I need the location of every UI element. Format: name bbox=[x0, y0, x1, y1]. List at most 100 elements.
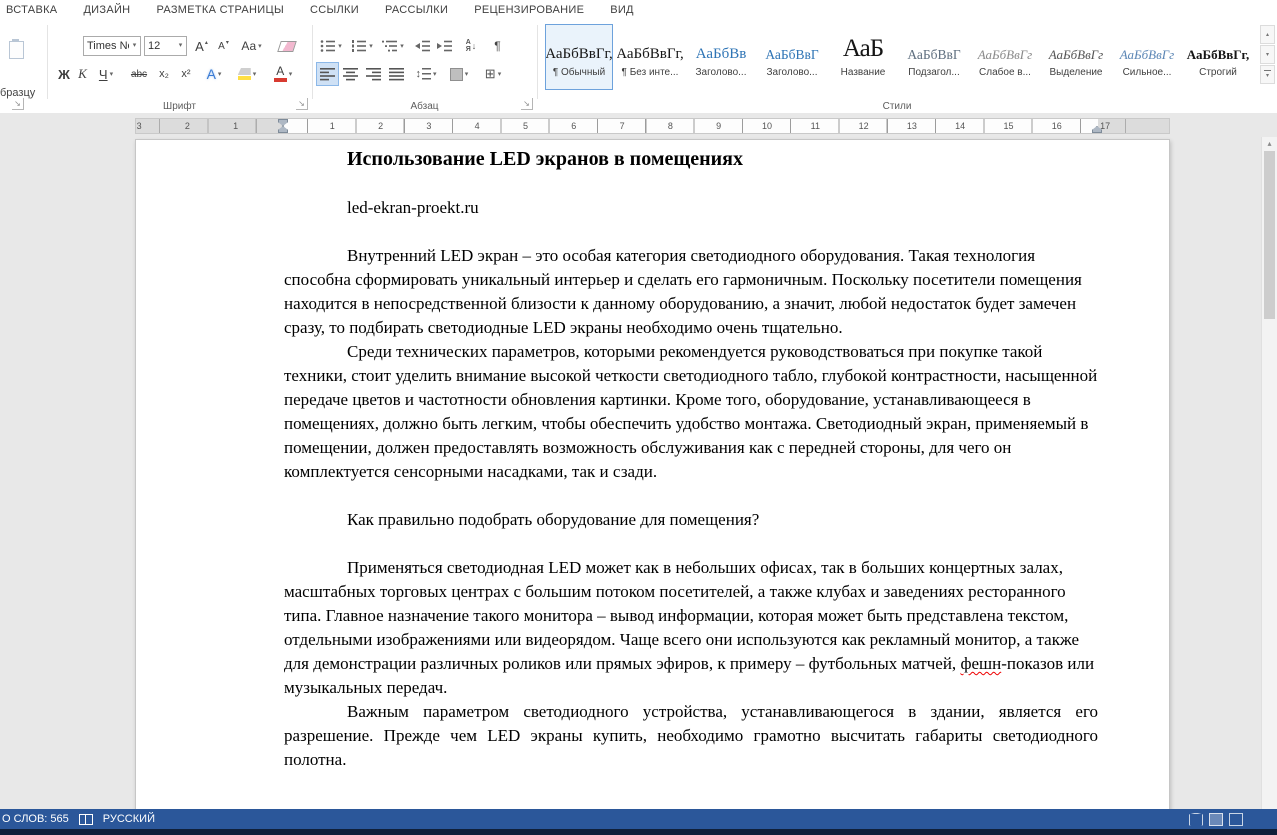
scrollbar-thumb[interactable] bbox=[1264, 151, 1275, 319]
multilevel-list-button[interactable]: ▾ bbox=[379, 36, 407, 56]
print-layout-button[interactable] bbox=[1209, 812, 1223, 826]
web-layout-button[interactable] bbox=[1229, 812, 1243, 826]
language-indicator[interactable]: РУССКИЙ bbox=[95, 813, 163, 825]
numbering-icon bbox=[352, 40, 367, 52]
shading-icon bbox=[449, 67, 463, 81]
paragraph[interactable]: Важным параметром светодиодного устройст… bbox=[284, 700, 1098, 772]
style-item[interactable]: АаБбВвГг Сильное... bbox=[1113, 24, 1181, 90]
line-spacing-button[interactable]: ↕ ▾ bbox=[412, 63, 440, 85]
ruler[interactable]: 3 2 1 1 2 3 4 5 6 7 8 9 10 11 12 13 14 15 16 17 bbox=[135, 118, 1170, 134]
style-item[interactable]: АаБбВвГг, Строгий bbox=[1184, 24, 1252, 90]
ribbon-tab[interactable]: ВИД bbox=[597, 0, 647, 21]
chevron-down-icon[interactable]: ▾ bbox=[253, 70, 257, 78]
style-item[interactable]: АаБбВв Заголово... bbox=[687, 24, 755, 90]
styles-group: АаБбВвГг, ¶ Обычный АаБбВвГг, ¶ Без инте...… bbox=[537, 21, 1277, 113]
font-size-value: 12 bbox=[148, 40, 161, 52]
paragraph[interactable]: Как правильно подобрать оборудование для… bbox=[284, 508, 1098, 532]
proofing-error-icon[interactable] bbox=[77, 811, 95, 827]
style-item[interactable]: АаБбВвГг, ¶ Без инте... bbox=[616, 24, 684, 90]
document-area[interactable]: Использование LED экранов в помещениях le… bbox=[0, 137, 1277, 809]
style-item[interactable]: АаБбВвГг Выделение bbox=[1042, 24, 1110, 90]
style-name: Подзагол... bbox=[908, 67, 960, 78]
ribbon-tab[interactable]: ВСТАВКА bbox=[2, 0, 70, 21]
gallery-scroll-down-button[interactable]: ▾ bbox=[1260, 45, 1275, 64]
style-item[interactable]: АаБбВвГг Слабое в... bbox=[971, 24, 1039, 90]
gallery-more-button[interactable]: ▾ bbox=[1260, 65, 1275, 84]
paragraph[interactable]: Применяться светодиодная LED может как в… bbox=[284, 556, 1098, 700]
align-center-button[interactable] bbox=[340, 63, 361, 85]
style-name: Заголово... bbox=[695, 67, 747, 78]
sort-button[interactable]: АЯ ↓ bbox=[458, 36, 484, 56]
clear-formatting-button[interactable] bbox=[273, 36, 300, 56]
font-name-combo[interactable]: Times New R ▾ bbox=[83, 36, 141, 56]
misspelled-word: фешн bbox=[960, 654, 1002, 673]
page-content[interactable]: Использование LED экранов в помещениях le… bbox=[284, 146, 1098, 772]
word-count[interactable]: О СЛОВ: 565 bbox=[0, 813, 77, 825]
document-title[interactable]: Использование LED экранов в помещениях bbox=[284, 146, 1098, 172]
chevron-down-icon[interactable]: ▾ bbox=[218, 70, 222, 78]
paragraph[interactable]: Внутренний LED экран – это особая катего… bbox=[284, 244, 1098, 340]
read-mode-button[interactable] bbox=[1189, 812, 1203, 826]
scroll-up-arrow-icon[interactable]: ▴ bbox=[1262, 139, 1277, 148]
style-item[interactable]: АаБбВвГ Подзагол... bbox=[900, 24, 968, 90]
ruler-number: 1 bbox=[233, 121, 239, 131]
numbering-button[interactable]: ▾ bbox=[348, 36, 376, 56]
justify-button[interactable] bbox=[386, 63, 407, 85]
italic-button[interactable]: К bbox=[75, 63, 90, 85]
chevron-down-icon[interactable]: ▾ bbox=[400, 42, 404, 50]
bold-button[interactable]: Ж bbox=[55, 63, 73, 85]
styles-gallery-scroll: ▴ ▾ ▾ bbox=[1260, 25, 1275, 85]
show-formatting-marks-button[interactable]: ¶ bbox=[488, 36, 507, 56]
styles-group-label: Стили bbox=[882, 101, 912, 112]
paragraph[interactable]: led-ekran-proekt.ru bbox=[284, 196, 1098, 220]
subscript-button[interactable]: x₂ bbox=[154, 63, 174, 85]
word-window: ВСТАВКА ДИЗАЙН РАЗМЕТКА СТРАНИЦЫ ССЫЛКИ РАСС… bbox=[0, 0, 1277, 835]
bullets-button[interactable]: ▾ bbox=[317, 36, 345, 56]
chevron-down-icon[interactable]: ▾ bbox=[498, 70, 502, 78]
chevron-down-icon[interactable]: ▾ bbox=[289, 70, 293, 78]
align-left-button[interactable] bbox=[316, 62, 339, 86]
ribbon-tab[interactable]: РЕЦЕНЗИРОВАНИЕ bbox=[461, 0, 597, 21]
text-highlight-button[interactable]: ▾ bbox=[232, 63, 262, 85]
font-size-combo[interactable]: 12 ▾ bbox=[144, 36, 187, 56]
gallery-scroll-up-button[interactable]: ▴ bbox=[1260, 25, 1275, 44]
style-item[interactable]: АаБ Название bbox=[829, 24, 897, 90]
text-effects-button[interactable]: А ▾ bbox=[200, 63, 228, 85]
superscript-button[interactable]: x² bbox=[176, 63, 196, 85]
ribbon-tab-bar: ВСТАВКА ДИЗАЙН РАЗМЕТКА СТРАНИЦЫ ССЫЛКИ РАСС… bbox=[0, 0, 1277, 22]
chevron-down-icon[interactable]: ▾ bbox=[129, 37, 140, 55]
paragraph-dialog-launcher[interactable]: ↘ bbox=[521, 98, 533, 110]
decrease-indent-button[interactable] bbox=[412, 36, 433, 56]
ribbon-tab[interactable]: РАССЫЛКИ bbox=[372, 0, 461, 21]
grow-font-button[interactable]: А ▴ bbox=[191, 36, 212, 56]
style-item[interactable]: АаБбВвГг, ¶ Обычный bbox=[545, 24, 613, 90]
style-sample: АаБбВвГг bbox=[977, 47, 1033, 62]
view-shortcuts bbox=[1189, 812, 1277, 826]
align-right-button[interactable] bbox=[363, 63, 384, 85]
ribbon-tab[interactable]: ССЫЛКИ bbox=[297, 0, 372, 21]
underline-button[interactable]: Ч ▾ bbox=[92, 63, 120, 85]
clipboard-dialog-launcher[interactable]: ↘ bbox=[12, 98, 24, 110]
increase-indent-button[interactable] bbox=[434, 36, 455, 56]
paragraph[interactable]: Среди технических параметров, которыми р… bbox=[284, 340, 1098, 484]
chevron-down-icon[interactable]: ▾ bbox=[433, 70, 437, 78]
font-color-button[interactable]: А ▾ bbox=[268, 63, 298, 85]
style-item[interactable]: АаБбВвГ Заголово... bbox=[758, 24, 826, 90]
chevron-down-icon[interactable]: ▾ bbox=[110, 70, 114, 78]
highlighter-icon bbox=[237, 68, 251, 80]
change-case-button[interactable]: Аа ▾ bbox=[237, 36, 266, 56]
shading-button[interactable]: ▾ bbox=[444, 63, 474, 85]
strikethrough-button[interactable]: abc bbox=[126, 63, 152, 85]
ribbon-tab[interactable]: РАЗМЕТКА СТРАНИЦЫ bbox=[143, 0, 297, 21]
font-dialog-launcher[interactable]: ↘ bbox=[296, 98, 308, 110]
chevron-down-icon[interactable]: ▾ bbox=[175, 37, 186, 55]
chevron-down-icon[interactable]: ▾ bbox=[338, 42, 342, 50]
borders-button[interactable]: ⊞ ▾ bbox=[478, 63, 508, 85]
chevron-down-icon[interactable]: ▾ bbox=[369, 42, 373, 50]
ruler-number: 8 bbox=[667, 121, 673, 131]
chevron-down-icon[interactable]: ▾ bbox=[465, 70, 469, 78]
vertical-scrollbar[interactable]: ▴ bbox=[1261, 137, 1277, 809]
ribbon-tab[interactable]: ДИЗАЙН bbox=[70, 0, 143, 21]
document-page[interactable]: Использование LED экранов в помещениях le… bbox=[135, 139, 1170, 809]
shrink-font-button[interactable]: А ▾ bbox=[213, 36, 234, 56]
